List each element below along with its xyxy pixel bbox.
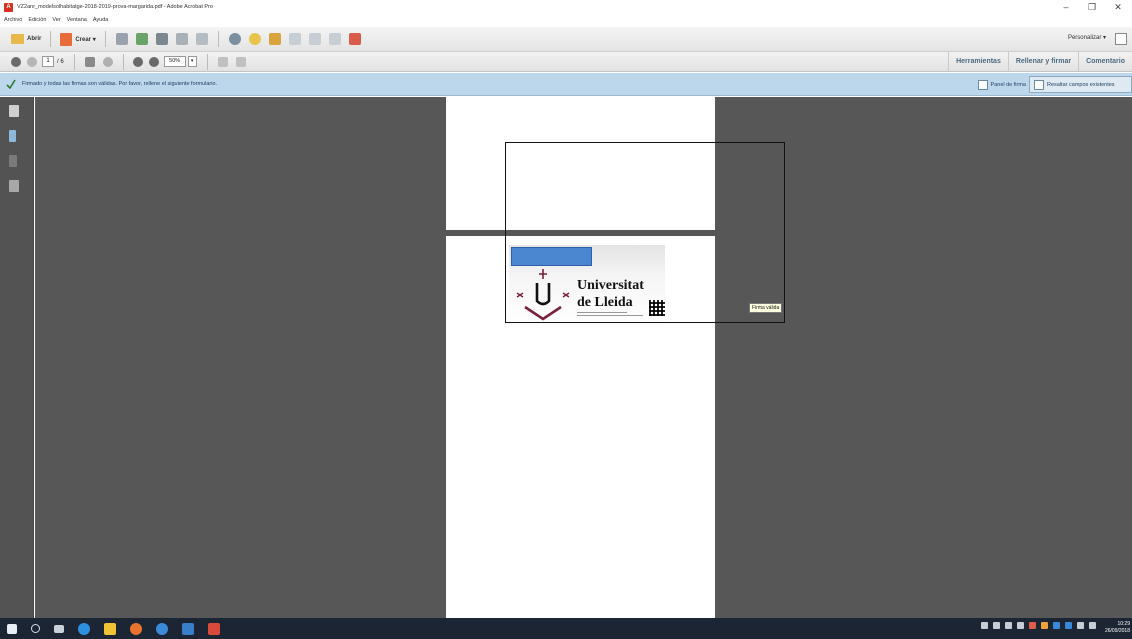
signature-panel-label: Panel de firma (990, 81, 1026, 88)
message-text: Firmado y todas las firmas son válidas. … (22, 81, 218, 87)
highlight-fields-icon (1034, 79, 1044, 90)
outlook-icon[interactable] (182, 622, 194, 635)
chrome-icon[interactable] (156, 622, 168, 635)
clock-time: 10:29 (1117, 621, 1130, 627)
signature-pen-icon (977, 79, 988, 90)
network-icon[interactable] (1077, 622, 1084, 629)
tray-app-icon[interactable] (1053, 622, 1060, 629)
signature-field-outline[interactable] (505, 142, 785, 323)
document-combine-icon[interactable] (328, 33, 341, 45)
fit-page-icon[interactable] (217, 56, 228, 67)
tray-app-icon[interactable] (993, 622, 1000, 629)
page-total: / 6 (57, 58, 64, 65)
menu-bar: Archivo Edición Ver Ventana Ayuda (0, 14, 1132, 26)
signature-valid-icon (6, 79, 16, 89)
toolbar-divider (217, 31, 219, 47)
zoom-in-icon[interactable] (148, 56, 159, 67)
edge-browser-icon[interactable] (78, 622, 90, 635)
select-cursor-icon[interactable] (84, 56, 95, 67)
tray-app-icon[interactable] (1005, 622, 1012, 629)
create-button[interactable]: Crear ▾ (57, 30, 98, 48)
menu-edicion[interactable]: Edición (28, 17, 46, 23)
zoom-out-icon[interactable] (132, 56, 143, 67)
sign-icon[interactable] (348, 33, 361, 45)
system-tray (981, 622, 1096, 629)
open-button-label: Abrir (27, 36, 42, 42)
menu-ventana[interactable]: Ventana (67, 17, 87, 23)
next-page-icon[interactable] (27, 56, 37, 67)
attachments-icon[interactable] (9, 155, 17, 167)
print-icon[interactable] (155, 33, 168, 45)
tray-app-icon[interactable] (1017, 622, 1024, 629)
toolbar-divider (122, 53, 124, 70)
expand-icon[interactable] (1115, 33, 1127, 45)
search-icon[interactable] (31, 624, 40, 633)
menu-ayuda[interactable]: Ayuda (93, 17, 109, 23)
hand-tool-icon[interactable] (102, 56, 113, 67)
acrobat-taskbar-icon[interactable] (208, 622, 220, 635)
firefox-icon[interactable] (130, 622, 142, 635)
signature-tooltip: Firma válida (749, 303, 783, 313)
stamp-icon[interactable] (268, 33, 281, 45)
tab-rellenar-y-firmar[interactable]: Rellenar y firmar (1007, 52, 1078, 72)
windows-taskbar: 10:29 26/09/2018 (0, 618, 1132, 639)
menu-ver[interactable]: Ver (52, 17, 60, 23)
task-view-icon[interactable] (54, 624, 64, 633)
document-view[interactable]: Universitat de Lleida Firma válida (35, 97, 1132, 618)
tray-app-icon[interactable] (981, 622, 988, 629)
system-clock[interactable]: 10:29 26/09/2018 (1105, 621, 1130, 635)
acrobat-app-icon: A (4, 2, 13, 12)
toolbar-divider (104, 31, 106, 47)
open-button[interactable]: Abrir (8, 30, 44, 48)
toolbar-divider (206, 53, 208, 70)
bookmarks-icon[interactable] (9, 130, 16, 142)
tray-app-icon[interactable] (1065, 622, 1072, 629)
title-bar: A VZ2anr_modelsolhabitatge-2018-2019-pro… (0, 0, 1132, 14)
document-icon[interactable] (288, 33, 301, 45)
signature-panel-button[interactable]: Panel de firma (977, 78, 1026, 91)
tray-app-icon[interactable] (1041, 622, 1048, 629)
toolbar-divider (73, 53, 75, 70)
folder-icon (11, 34, 24, 44)
toolbar-divider (50, 31, 52, 47)
maximize-button[interactable]: ❐ (1080, 0, 1104, 14)
zoom-dropdown[interactable]: ▾ (187, 56, 197, 67)
tab-comentario[interactable]: Comentario (1078, 52, 1132, 72)
email-icon[interactable] (195, 33, 208, 45)
zoom-input[interactable]: 50% (163, 56, 186, 67)
navigation-toolbar: 1 / 6 50% ▾ Herramientas Rellenar y firm… (0, 52, 1132, 72)
document-message-bar: Firmado y todas las firmas son válidas. … (0, 73, 1132, 96)
edit-icon[interactable] (175, 33, 188, 45)
save-icon[interactable] (115, 33, 128, 45)
window-title: VZ2anr_modelsolhabitatge-2018-2019-prova… (17, 4, 213, 10)
navigation-pane (0, 97, 34, 618)
task-pane-tabs: Herramientas Rellenar y firmar Comentari… (948, 52, 1132, 72)
clock-date: 26/09/2018 (1104, 628, 1130, 634)
cloud-upload-icon[interactable] (135, 33, 148, 45)
signatures-icon[interactable] (9, 180, 19, 192)
volume-icon[interactable] (1089, 622, 1096, 629)
page-number-input[interactable]: 1 (42, 56, 54, 67)
menu-archivo[interactable]: Archivo (4, 17, 22, 23)
highlight-fields-button[interactable]: Resaltar campos existentes (1029, 76, 1132, 93)
full-screen-icon[interactable] (235, 56, 246, 67)
tab-herramientas[interactable]: Herramientas (948, 52, 1008, 72)
file-explorer-icon[interactable] (104, 622, 116, 635)
create-pdf-icon (60, 32, 73, 46)
page-thumbnails-icon[interactable] (9, 105, 19, 117)
create-button-label: Crear ▾ (75, 36, 96, 43)
document-export-icon[interactable] (308, 33, 321, 45)
tray-app-icon[interactable] (1029, 622, 1036, 629)
customize-button[interactable]: Personalizar ▾ (1068, 34, 1106, 41)
highlight-fields-label: Resaltar campos existentes (1047, 81, 1115, 88)
windows-start-icon[interactable] (7, 623, 17, 634)
settings-gear-icon[interactable] (228, 33, 241, 45)
close-button[interactable]: ✕ (1106, 0, 1130, 14)
comment-icon[interactable] (248, 33, 261, 45)
previous-page-icon[interactable] (11, 56, 21, 67)
main-toolbar: Abrir Crear ▾ Personalizar ▾ (0, 27, 1132, 52)
minimize-button[interactable]: – (1054, 0, 1078, 14)
